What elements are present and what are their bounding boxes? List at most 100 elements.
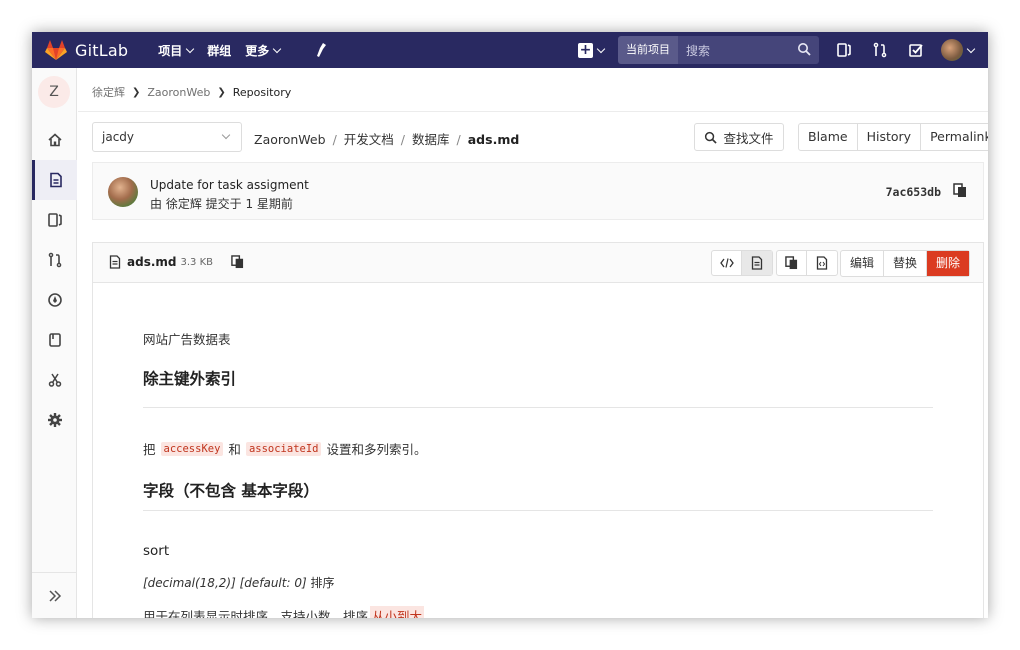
- issues-icon: [47, 213, 62, 227]
- sidebar-item-merge-requests[interactable]: [32, 240, 77, 280]
- heading-rule: [143, 510, 933, 511]
- double-chevron-right-icon: [48, 589, 61, 602]
- collapse-sidebar-button[interactable]: [32, 572, 77, 618]
- sidebar-item-snippets[interactable]: [32, 360, 77, 400]
- file-holder: ads.md 3.3 KB 编辑 替换 删除 网站广告数据表 除主键外索引 把 …: [92, 242, 984, 618]
- breadcrumb-project[interactable]: ZaoronWeb: [147, 86, 210, 99]
- rendered-view-icon[interactable]: [742, 251, 772, 275]
- top-navbar: GitLab 项目 群组 更多 + 当前项目 搜索: [32, 32, 988, 68]
- scissors-icon: [48, 373, 61, 387]
- heading-sort: sort: [143, 543, 170, 559]
- chevron-down-icon: [185, 44, 195, 53]
- code-view-icon[interactable]: [712, 251, 742, 275]
- search-icon: [797, 42, 811, 56]
- nav-more[interactable]: 更多: [245, 42, 282, 59]
- blame-button[interactable]: Blame: [799, 124, 858, 150]
- edit-button[interactable]: 编辑: [841, 251, 885, 276]
- sidebar-item-wiki[interactable]: [32, 320, 77, 360]
- project-sidebar: Z: [32, 68, 77, 618]
- tanuki-icon: [45, 40, 67, 60]
- search-scope-badge[interactable]: 当前项目: [618, 36, 678, 64]
- text: 设置和多列索引。: [326, 442, 427, 457]
- sidebar-item-repository[interactable]: [32, 160, 77, 200]
- commit-sha[interactable]: 7ac653db: [886, 185, 941, 199]
- history-button[interactable]: History: [858, 124, 922, 150]
- merge-request-icon[interactable]: [869, 39, 891, 61]
- file-name: ads.md: [127, 255, 177, 269]
- intro-paragraph: 网站广告数据表: [143, 332, 231, 347]
- search-placeholder: 搜索: [686, 43, 711, 58]
- replace-button[interactable]: 替换: [884, 251, 928, 276]
- copy-icon[interactable]: [231, 255, 244, 269]
- path-segment[interactable]: ZaoronWeb: [254, 132, 326, 147]
- breadcrumb: 徐定辉 ❯ ZaoronWeb ❯ Repository: [92, 84, 291, 100]
- rocket-icon: [47, 293, 62, 307]
- nav-groups[interactable]: 群组: [207, 42, 231, 59]
- copy-raw-group: [776, 250, 838, 276]
- sidebar-item-overview[interactable]: [32, 120, 77, 160]
- sort-type: [decimal(18,2)] [default: 0]: [143, 576, 307, 590]
- breadcrumb-current[interactable]: Repository: [233, 86, 292, 99]
- gitlab-logo[interactable]: GitLab: [44, 39, 128, 61]
- chevron-right-icon: ❯: [217, 86, 226, 98]
- find-file-button[interactable]: 查找文件: [694, 123, 784, 151]
- admin-wrench-icon[interactable]: [314, 42, 328, 59]
- main-nav: 项目 群组 更多: [158, 42, 342, 59]
- text: 和: [228, 442, 241, 457]
- text: 。: [426, 609, 439, 618]
- permalink-button[interactable]: Permalink: [921, 124, 988, 150]
- breadcrumb-user[interactable]: 徐定辉: [92, 84, 125, 100]
- delete-button[interactable]: 删除: [927, 251, 970, 276]
- heading-rule: [143, 407, 933, 408]
- user-avatar: [941, 39, 963, 61]
- chevron-down-icon: [596, 44, 606, 53]
- find-file-label: 查找文件: [723, 130, 774, 146]
- copy-icon[interactable]: [953, 183, 967, 198]
- plus-icon: +: [578, 41, 593, 58]
- search-input[interactable]: 搜索: [678, 36, 819, 64]
- gear-icon: [47, 413, 62, 427]
- copy-contents-icon[interactable]: [777, 251, 807, 275]
- navbar-right: + 当前项目 搜索: [578, 32, 988, 68]
- sidebar-item-ci-cd[interactable]: [32, 280, 77, 320]
- issues-icon[interactable]: [833, 39, 855, 61]
- path-file[interactable]: ads.md: [468, 132, 520, 147]
- sidebar-item-settings[interactable]: [32, 400, 77, 440]
- text: 把: [143, 442, 156, 457]
- document-icon: [50, 172, 62, 188]
- heading-index: 除主键外索引: [143, 370, 237, 388]
- chevron-down-icon: [966, 44, 976, 53]
- view-mode-toggle: [711, 250, 773, 276]
- chevron-down-icon: [273, 44, 282, 53]
- sort-desc-paragraph: 用于在列表显示时排序，支持小数。排序 从小到大 。: [143, 606, 439, 618]
- merge-request-icon: [48, 252, 61, 268]
- highlighted-text: 从小到大: [370, 606, 425, 618]
- search-icon: [705, 131, 718, 144]
- project-avatar[interactable]: Z: [38, 76, 70, 108]
- path-segment[interactable]: 开发文档: [344, 132, 394, 147]
- file-path: ZaoronWeb / 开发文档 / 数据库 / ads.md: [254, 132, 520, 147]
- new-dropdown[interactable]: +: [578, 41, 606, 58]
- chevron-right-icon: ❯: [132, 86, 141, 98]
- file-icon: [109, 255, 121, 269]
- sort-type-paragraph: [decimal(18,2)] [default: 0] 排序: [143, 574, 335, 591]
- file-size: 3.3 KB: [180, 256, 213, 268]
- todo-icon[interactable]: [905, 39, 927, 61]
- file-actions: Blame History Permalink: [798, 123, 988, 151]
- inline-code: associateId: [245, 441, 322, 456]
- path-segment[interactable]: 数据库: [412, 132, 450, 147]
- raw-file-icon[interactable]: [807, 251, 837, 275]
- file-header: ads.md 3.3 KB 编辑 替换 删除: [93, 243, 983, 283]
- heading-fields: 字段（不包含 基本字段）: [143, 482, 319, 500]
- commit-meta: 由 徐定辉 提交于 1 星期前: [150, 197, 293, 211]
- user-menu[interactable]: [941, 39, 976, 61]
- commit-author-avatar[interactable]: [108, 177, 138, 207]
- branch-selector[interactable]: jacdy: [92, 122, 242, 152]
- nav-projects[interactable]: 项目: [158, 42, 195, 59]
- sidebar-item-issues[interactable]: [32, 200, 77, 240]
- nav-groups-label: 群组: [207, 43, 232, 58]
- home-icon: [47, 133, 62, 147]
- book-icon: [48, 333, 61, 347]
- nav-icon-group: [833, 39, 941, 61]
- commit-title[interactable]: Update for task assigment: [150, 178, 309, 192]
